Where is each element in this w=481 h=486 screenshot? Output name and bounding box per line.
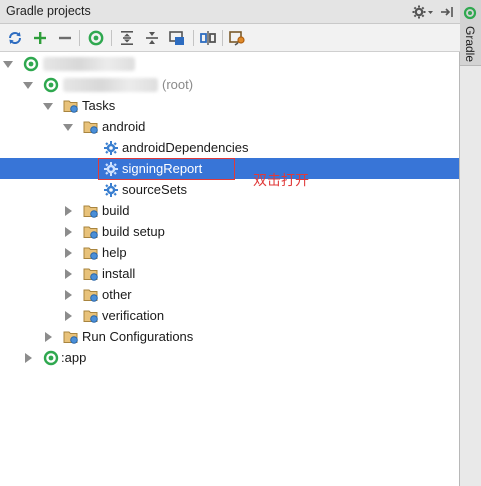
source-sets-label: sourceSets [122, 182, 188, 197]
refresh-icon[interactable] [5, 28, 25, 48]
task-group-folder-icon [83, 287, 99, 303]
remove-icon[interactable] [55, 28, 75, 48]
android-dependencies-label: androidDependencies [122, 140, 249, 155]
gear-icon[interactable] [411, 3, 435, 21]
other-label: other [102, 287, 132, 302]
app-module-label: :app [61, 350, 87, 365]
run-configurations-folder-icon [63, 329, 79, 345]
gradle-module-icon [43, 350, 59, 366]
expand-arrow-icon[interactable] [25, 353, 32, 363]
collapse-arrow-icon[interactable] [3, 61, 13, 68]
root-suffix-label: (root) [162, 77, 194, 92]
tree-row-help[interactable]: help [0, 242, 459, 263]
gradle-projects-panel: Gradle projects (root) Tasks android and… [0, 0, 460, 486]
redacted-module-name [63, 78, 158, 92]
task-group-folder-icon [83, 266, 99, 282]
tasks-folder-icon [63, 98, 79, 114]
task-group-folder-icon [83, 308, 99, 324]
gradle-tab-label: Gradle [463, 26, 477, 63]
tree-row-build[interactable]: build [0, 200, 459, 221]
task-group-folder-icon [83, 119, 99, 135]
expand-arrow-icon[interactable] [65, 227, 72, 237]
tree-row-verification[interactable]: verification [0, 305, 459, 326]
task-gear-icon [103, 182, 119, 198]
redacted-project-name [43, 57, 135, 71]
task-group-folder-icon [83, 224, 99, 240]
tree-row-build-setup[interactable]: build setup [0, 221, 459, 242]
tree-row-android[interactable]: android [0, 116, 459, 137]
run-configurations-label: Run Configurations [82, 329, 194, 344]
expand-arrow-icon[interactable] [65, 269, 72, 279]
expand-arrow-icon[interactable] [45, 332, 52, 342]
tool-window-strip [460, 0, 481, 486]
tree-row-other[interactable]: other [0, 284, 459, 305]
gradle-side-tab[interactable]: Gradle [460, 0, 481, 66]
help-label: help [102, 245, 127, 260]
tree-row-install[interactable]: install [0, 263, 459, 284]
tree-row-app-module[interactable]: :app [0, 347, 459, 368]
hide-panel-icon[interactable] [438, 3, 456, 21]
verification-label: verification [102, 308, 165, 323]
expand-arrow-icon[interactable] [65, 248, 72, 258]
tree-row-root-module[interactable]: (root) [0, 74, 459, 95]
tree-row-tasks[interactable]: Tasks [0, 95, 459, 116]
task-group-folder-icon [83, 245, 99, 261]
collapse-all-icon[interactable] [142, 28, 162, 48]
build-label: build [102, 203, 130, 218]
tasks-label: Tasks [82, 98, 116, 113]
tree-row-android-dependencies[interactable]: androidDependencies [0, 137, 459, 158]
toolbar [0, 24, 460, 52]
panel-title: Gradle projects [6, 4, 91, 18]
install-label: install [102, 266, 136, 281]
tree-row-root-project[interactable] [0, 53, 459, 74]
gradle-project-tree: (root) Tasks android androidDependencies… [0, 53, 459, 486]
expand-arrow-icon[interactable] [65, 311, 72, 321]
collapse-arrow-icon[interactable] [23, 82, 33, 89]
build-setup-label: build setup [102, 224, 165, 239]
task-gear-icon [103, 140, 119, 156]
collapse-arrow-icon[interactable] [63, 124, 73, 131]
expand-all-icon[interactable] [117, 28, 137, 48]
panel-title-bar: Gradle projects [0, 0, 460, 24]
settings-icon[interactable] [228, 28, 248, 48]
task-group-folder-icon [83, 203, 99, 219]
android-label: android [102, 119, 146, 134]
annotation-double-click-text: 双击打开 [253, 173, 309, 189]
gradle-module-icon [43, 77, 59, 93]
add-icon[interactable] [30, 28, 50, 48]
group-tasks-icon[interactable] [167, 28, 187, 48]
link-project-icon[interactable] [198, 28, 218, 48]
collapse-arrow-icon[interactable] [43, 103, 53, 110]
gradle-execute-icon[interactable] [86, 28, 106, 48]
tree-row-source-sets[interactable]: sourceSets [0, 179, 459, 200]
gradle-project-icon [23, 56, 39, 72]
annotation-highlight-box [98, 158, 235, 180]
gradle-tab-icon [463, 6, 477, 23]
expand-arrow-icon[interactable] [65, 290, 72, 300]
tree-row-run-configurations[interactable]: Run Configurations [0, 326, 459, 347]
expand-arrow-icon[interactable] [65, 206, 72, 216]
